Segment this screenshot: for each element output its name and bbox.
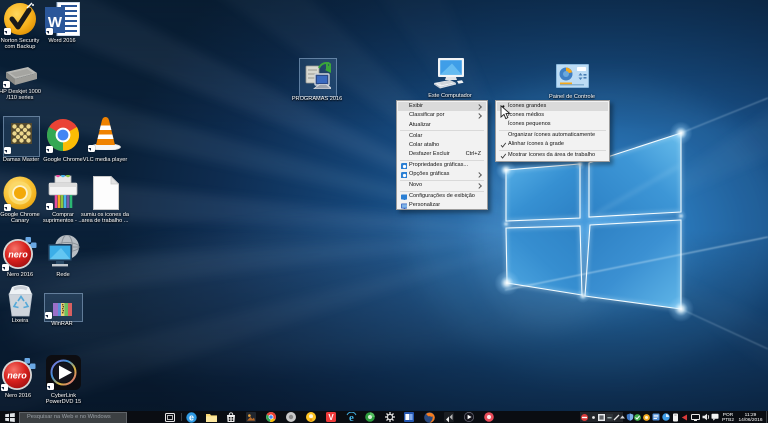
svg-text:nero: nero — [8, 250, 28, 260]
svg-text:e: e — [189, 413, 194, 423]
svg-text:V: V — [328, 413, 334, 422]
svg-text:e: e — [349, 412, 354, 423]
svg-text:nero: nero — [7, 371, 27, 381]
